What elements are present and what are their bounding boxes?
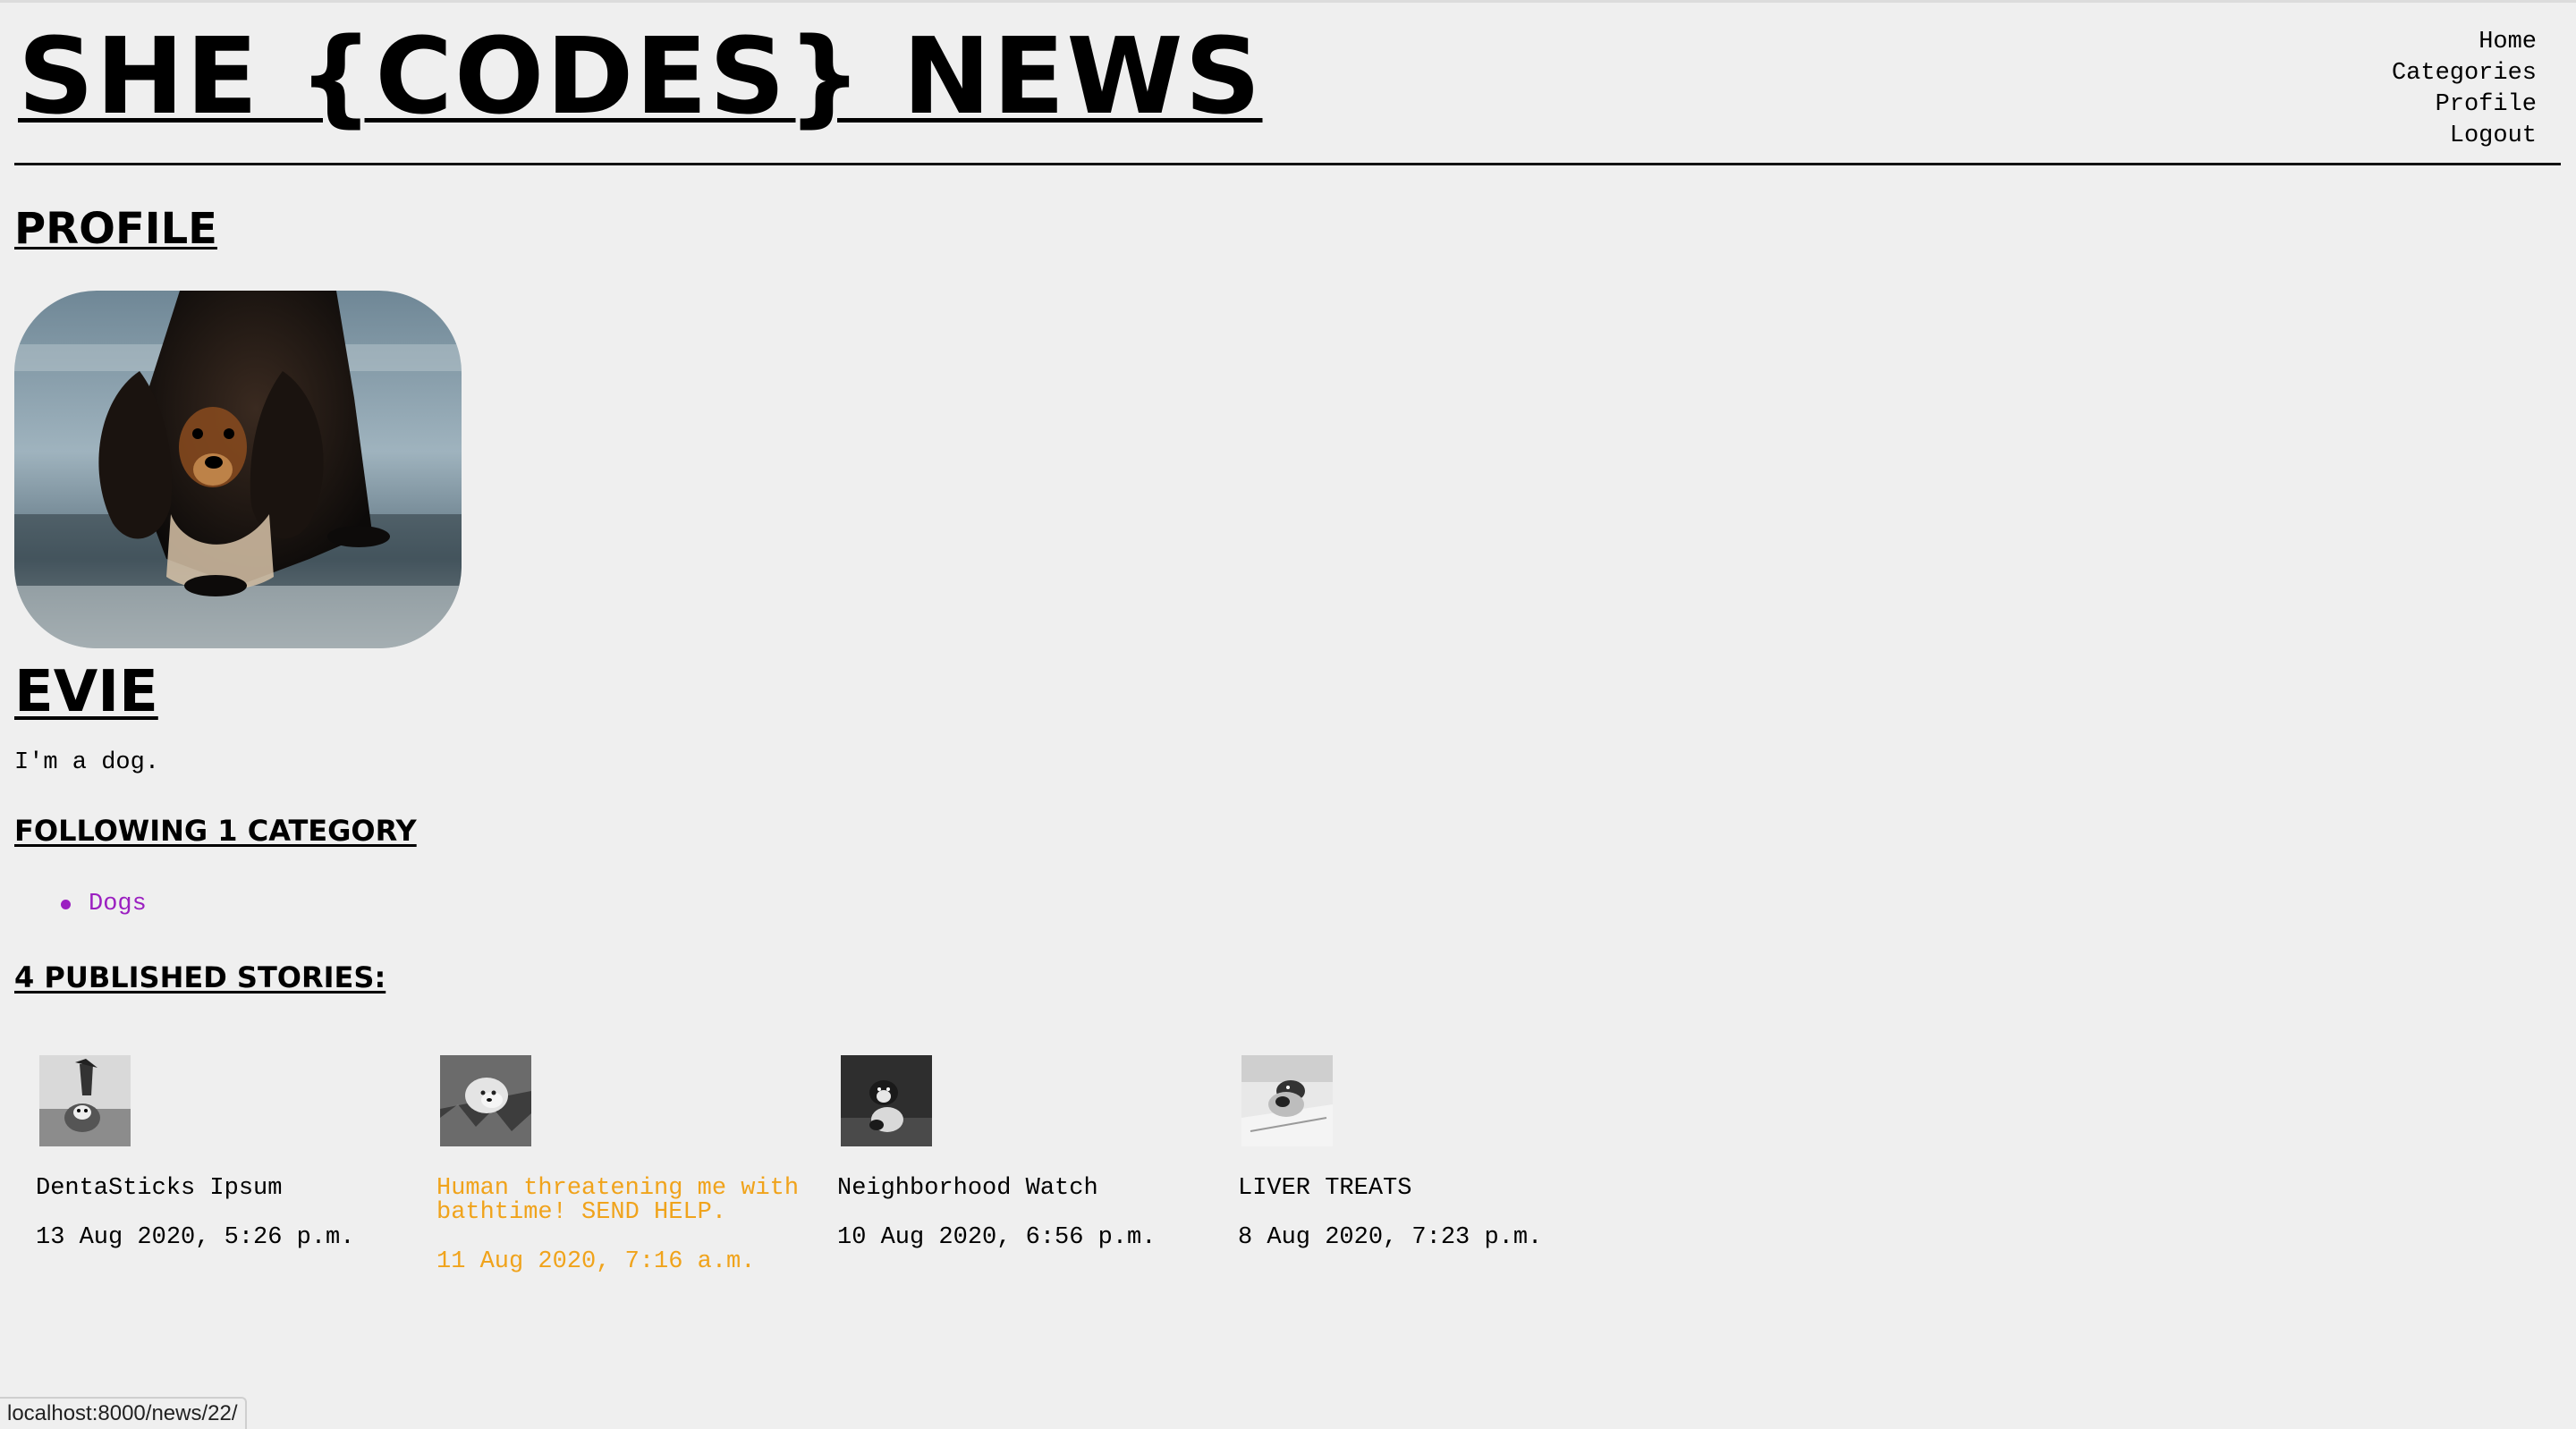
story-title[interactable]: DentaSticks Ipsum: [36, 1177, 411, 1201]
site-title[interactable]: SHE {CODES} NEWS: [18, 23, 1262, 129]
dog-thumbnail-icon: [1241, 1055, 1333, 1146]
nav-logout-link[interactable]: Logout: [2392, 121, 2537, 152]
story-card[interactable]: DentaSticks Ipsum 13 Aug 2020, 5:26 p.m.: [36, 1055, 411, 1251]
following-category-list: Dogs: [61, 891, 147, 917]
story-date: 11 Aug 2020, 7:16 a.m.: [436, 1248, 756, 1275]
profile-name: EVIE: [14, 659, 158, 725]
profile-avatar: [14, 291, 462, 648]
dog-thumbnail-icon: [39, 1055, 131, 1146]
nav-home-link[interactable]: Home: [2392, 27, 2537, 58]
story-title[interactable]: Neighborhood Watch: [837, 1177, 1213, 1201]
main-nav: Home Categories Profile Logout: [2392, 27, 2537, 152]
profile-heading: PROFILE: [14, 204, 217, 254]
nav-categories-link[interactable]: Categories: [2392, 58, 2537, 89]
story-date: 10 Aug 2020, 6:56 p.m.: [837, 1224, 1157, 1251]
bullet-icon: [61, 899, 71, 909]
category-link-dogs[interactable]: Dogs: [89, 891, 147, 917]
dog-photo-icon: [14, 291, 462, 648]
story-card[interactable]: LIVER TREATS 8 Aug 2020, 7:23 p.m.: [1238, 1055, 1614, 1251]
story-date: 8 Aug 2020, 7:23 p.m.: [1238, 1224, 1543, 1251]
story-thumbnail[interactable]: [841, 1055, 932, 1146]
header-divider: [14, 163, 2561, 165]
story-thumbnail[interactable]: [440, 1055, 531, 1146]
story-card[interactable]: Human threatening me with bathtime! SEND…: [436, 1055, 812, 1275]
category-item: Dogs: [61, 891, 147, 917]
link-status-bar: localhost:8000/news/22/: [0, 1397, 247, 1429]
story-date: 13 Aug 2020, 5:26 p.m.: [36, 1224, 355, 1251]
following-heading: FOLLOWING 1 CATEGORY: [14, 814, 417, 848]
published-stories-heading: 4 PUBLISHED STORIES:: [14, 960, 386, 994]
story-title[interactable]: LIVER TREATS: [1238, 1177, 1614, 1201]
story-thumbnail[interactable]: [39, 1055, 131, 1146]
dog-thumbnail-icon: [841, 1055, 932, 1146]
story-card[interactable]: Neighborhood Watch 10 Aug 2020, 6:56 p.m…: [837, 1055, 1213, 1251]
profile-bio: I'm a dog.: [14, 749, 160, 776]
story-title[interactable]: Human threatening me with bathtime! SEND…: [436, 1177, 812, 1225]
dog-thumbnail-icon: [440, 1055, 531, 1146]
story-thumbnail[interactable]: [1241, 1055, 1333, 1146]
window-top-edge: [0, 0, 2576, 3]
nav-profile-link[interactable]: Profile: [2392, 89, 2537, 121]
